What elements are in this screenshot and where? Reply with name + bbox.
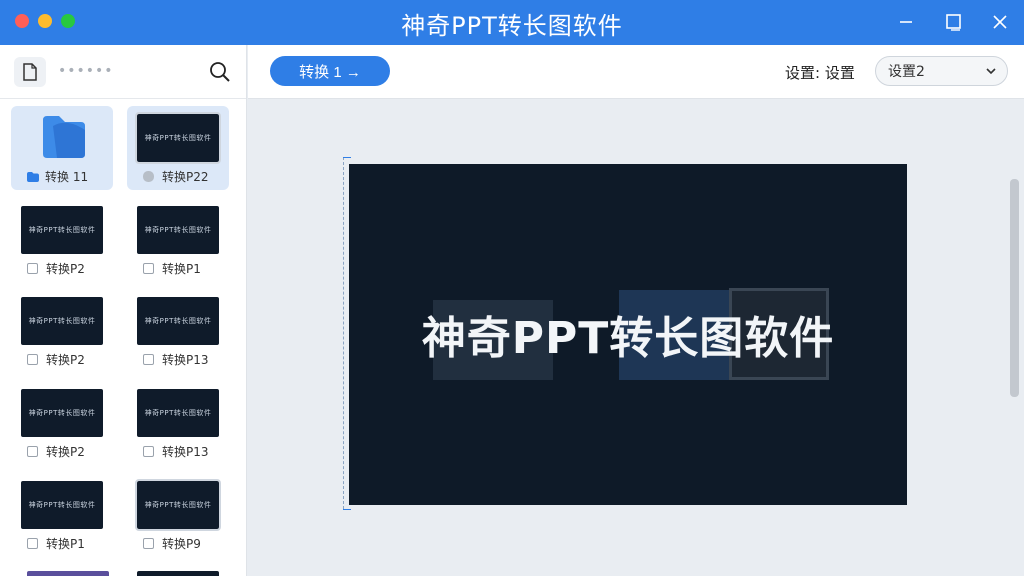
slide-thumbnail: 神奇PPT转长图软件: [135, 479, 221, 531]
checkbox[interactable]: [143, 354, 154, 365]
settings-select[interactable]: 设置2: [875, 56, 1008, 86]
checkbox[interactable]: [143, 263, 154, 274]
checkbox[interactable]: [27, 263, 38, 274]
sidebar-item-slide[interactable]: 神奇PPT转长图软件 转换P1: [11, 473, 113, 557]
checkbox[interactable]: [143, 538, 154, 549]
maximize-icon[interactable]: [942, 10, 966, 34]
convert-button[interactable]: 转换 1 →: [270, 56, 390, 86]
small-folder-icon: [27, 171, 39, 182]
sidebar-item-label: 转换P13: [143, 351, 209, 368]
sidebar: •••••• 转换 11 神奇PPT转长图软件 转换P22 神奇PPT转长图软件…: [0, 45, 247, 576]
sidebar-item-slide[interactable]: 神奇PPT转长图软件 转换P22: [127, 106, 229, 190]
file-button[interactable]: [14, 57, 46, 87]
sidebar-header-dots: ••••••: [58, 63, 114, 79]
sidebar-item-slide[interactable]: 神奇PPT转长图软件 转换P2: [11, 198, 113, 282]
slide-thumbnail: 神奇PPT转长图软件: [135, 112, 221, 164]
checkbox[interactable]: [27, 354, 38, 365]
sidebar-item-label: 转换P22: [143, 168, 209, 185]
checkbox[interactable]: [27, 446, 38, 457]
slide-title: 神奇PPT转长图软件: [421, 313, 835, 364]
file-icon: [23, 63, 37, 81]
close-icon[interactable]: [988, 10, 1012, 34]
slide-thumbnail: 神奇PPT转长图软件: [21, 481, 103, 529]
chevron-down-icon: [986, 68, 996, 75]
minimize-icon[interactable]: [894, 10, 918, 34]
toolbar: 转换 1 → 设置: 设置 设置2: [248, 45, 1024, 99]
checkbox[interactable]: [27, 538, 38, 549]
checkbox[interactable]: [143, 446, 154, 457]
slide-thumbnail: 神奇PPT转长图软件: [137, 206, 219, 254]
sidebar-item-slide[interactable]: 神奇PPT转长图软件 转换P2: [11, 289, 113, 373]
slide-thumbnail: 神奇PPT转长图软件: [21, 206, 103, 254]
slide-thumbnail: 神奇PPT转长图软件: [137, 389, 219, 437]
sidebar-item-label: 转换P1: [143, 260, 201, 277]
window-title: 神奇PPT转长图软件: [401, 12, 623, 40]
slide-thumbnail: 神奇PPT转长图软件: [21, 297, 103, 345]
preview-canvas: 神奇PPT转长图软件: [248, 99, 1024, 576]
slide-thumbnail-partial: [27, 571, 109, 576]
sidebar-item-slide[interactable]: 神奇PPT转长图软件 转换P13: [127, 381, 229, 465]
sidebar-item-slide[interactable]: 神奇PPT转长图软件 转换P2: [11, 381, 113, 465]
sidebar-header: ••••••: [0, 45, 246, 99]
sidebar-item-slide[interactable]: 神奇PPT转长图软件 转换P9: [127, 473, 229, 557]
sidebar-item-label: 转换 11: [27, 168, 88, 185]
slide-thumbnail-partial: [137, 571, 219, 576]
checkbox[interactable]: [143, 171, 154, 182]
slide-thumbnail: 神奇PPT转长图软件: [21, 389, 103, 437]
selection-handle-bottom[interactable]: [343, 509, 351, 510]
sidebar-item-label: 转换P2: [27, 443, 85, 460]
vertical-scrollbar[interactable]: [1010, 179, 1019, 397]
sidebar-item-label: 转换P13: [143, 443, 209, 460]
sidebar-item-folder[interactable]: 转换 11: [11, 106, 113, 190]
slide-thumbnail: 神奇PPT转长图软件: [137, 297, 219, 345]
settings-label: 设置: 设置: [785, 64, 855, 82]
folder-icon: [43, 116, 85, 158]
title-bar: 神奇PPT转长图软件: [0, 0, 1024, 45]
selection-handle-top[interactable]: [343, 157, 351, 158]
sidebar-item-label: 转换P2: [27, 351, 85, 368]
search-icon[interactable]: [208, 60, 232, 84]
slide-preview[interactable]: 神奇PPT转长图软件: [349, 164, 907, 505]
sidebar-item-label: 转换P9: [143, 535, 201, 552]
sidebar-item-label: 转换P2: [27, 260, 85, 277]
sidebar-item-slide[interactable]: 神奇PPT转长图软件 转换P13: [127, 289, 229, 373]
sidebar-item-slide[interactable]: 神奇PPT转长图软件 转换P1: [127, 198, 229, 282]
sidebar-item-label: 转换P1: [27, 535, 85, 552]
select-value: 设置2: [888, 64, 925, 80]
